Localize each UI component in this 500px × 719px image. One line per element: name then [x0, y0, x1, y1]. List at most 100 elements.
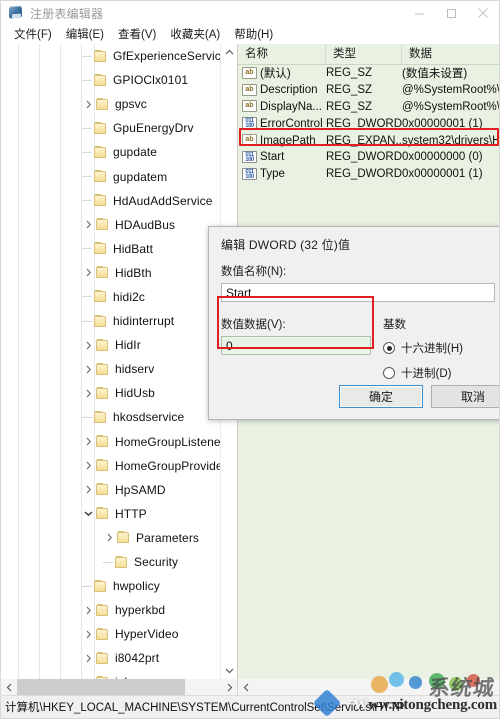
folder-icon: [95, 603, 110, 617]
table-row[interactable]: ab ImagePath REG_EXPAN... system32\drivers\…: [238, 132, 499, 149]
scroll-right-icon[interactable]: [221, 679, 237, 695]
tree-item-security[interactable]: — Security: [1, 550, 221, 574]
chevron-right-icon[interactable]: [81, 606, 95, 615]
chevron-right-icon[interactable]: [102, 533, 116, 542]
table-row[interactable]: ab Description REG_SZ @%SystemRoot%\s: [238, 82, 499, 99]
chevron-right-icon[interactable]: [81, 220, 95, 229]
chevron-right-icon[interactable]: [81, 485, 95, 494]
chevron-right-icon[interactable]: [81, 437, 95, 446]
scroll-left-icon[interactable]: [1, 679, 17, 695]
table-row[interactable]: 011 100 Start REG_DWORD 0x00000000 (0): [238, 149, 499, 166]
tree-item-parameters[interactable]: Parameters: [1, 526, 221, 550]
folder-icon: [93, 194, 108, 207]
table-row[interactable]: 011 100 Type REG_DWORD 0x00000001 (1): [238, 166, 499, 183]
registry-path: 计算机\HKEY_LOCAL_MACHINE\SYSTEM\CurrentCon…: [5, 702, 405, 714]
tree-item-http[interactable]: HTTP: [1, 502, 221, 526]
chevron-right-icon[interactable]: [81, 630, 95, 639]
tree-item-label: HDAudBus: [115, 217, 176, 232]
tree-branch-line: —: [82, 195, 92, 207]
tree-item-hidi2c[interactable]: — hidi2c: [1, 285, 221, 309]
values-horizontal-scrollbar[interactable]: [238, 679, 499, 695]
tree-item-ialm[interactable]: ialm: [1, 670, 221, 679]
menu-favorites[interactable]: 收藏夹(A): [163, 25, 227, 44]
folder-icon: [93, 145, 108, 159]
value-type: REG_DWORD: [326, 168, 402, 181]
folder-icon: [95, 266, 110, 279]
chevron-right-icon[interactable]: [81, 100, 95, 109]
tree-item-label: hyperkbd: [115, 603, 166, 618]
folder-icon: [95, 507, 110, 520]
table-row[interactable]: 011 100 ErrorControl REG_DWORD 0x00000001 (1…: [238, 115, 499, 132]
tree-horizontal-scrollbar[interactable]: [1, 679, 237, 695]
tree-item-hyperkbd[interactable]: hyperkbd: [1, 598, 221, 622]
tree-item-hidusb[interactable]: HidUsb: [1, 381, 221, 405]
window-title: 注册表编辑器: [30, 6, 104, 21]
tree-item-hdaudbus[interactable]: HDAudBus: [1, 213, 221, 237]
chevron-right-icon[interactable]: [81, 268, 95, 277]
values-list[interactable]: ab (默认) REG_SZ (数值未设置) ab Description REG_SZ @%…: [238, 65, 499, 183]
tree-item-gupdatem[interactable]: — gupdatem: [1, 164, 221, 188]
tree-item-hdaudaddservice[interactable]: — HdAudAddService: [1, 189, 221, 213]
tree-item-label: HpSAMD: [115, 482, 166, 497]
column-header-type[interactable]: 类型: [326, 44, 402, 64]
tree-hscroll-thumb[interactable]: [17, 679, 185, 695]
tree-item-hypervideo[interactable]: HyperVideo: [1, 622, 221, 646]
minimize-icon[interactable]: [403, 1, 435, 25]
tree-item-gupdate[interactable]: — gupdate: [1, 140, 221, 164]
values-scroll-left-icon[interactable]: [238, 679, 254, 695]
menu-bar: 文件(F) 编辑(E) 查看(V) 收藏夹(A) 帮助(H): [1, 25, 499, 44]
chevron-right-icon[interactable]: [81, 389, 95, 398]
chevron-right-icon[interactable]: [81, 654, 95, 663]
tree-item-hkosdservice[interactable]: — hkosdservice: [1, 405, 221, 429]
menu-file[interactable]: 文件(F): [7, 25, 59, 44]
value-data-input[interactable]: 0: [221, 336, 371, 355]
registry-tree-list[interactable]: — GfExperienceService — GPIOClx0101 gpsvc — Gp…: [1, 44, 221, 679]
tree-item-hidir[interactable]: HidIr: [1, 333, 221, 357]
registry-tree-pane[interactable]: — GfExperienceService — GPIOClx0101 gpsvc — Gp…: [1, 44, 238, 695]
tree-hscroll-track[interactable]: [185, 679, 221, 695]
scroll-down-icon[interactable]: [221, 662, 237, 679]
folder-icon: [93, 579, 108, 593]
tree-item-gpuenergydrv[interactable]: — GpuEnergyDrv: [1, 116, 221, 140]
tree-item-i8042prt[interactable]: i8042prt: [1, 646, 221, 670]
values-column-header: 名称 类型 数据: [238, 44, 499, 65]
tree-item-label: HidIr: [115, 338, 141, 353]
chevron-right-icon[interactable]: [81, 461, 95, 470]
cancel-button[interactable]: 取消: [431, 385, 499, 408]
value-name-input[interactable]: Start: [221, 283, 495, 302]
radio-decimal-indicator: [383, 367, 395, 379]
folder-icon: [95, 435, 110, 448]
menu-view[interactable]: 查看(V): [111, 25, 163, 44]
tree-item-hidserv[interactable]: hidserv: [1, 357, 221, 381]
chevron-right-icon[interactable]: [81, 341, 95, 350]
scroll-up-icon[interactable]: [221, 44, 237, 61]
tree-item-homegroupprovider[interactable]: HomeGroupProvider: [1, 454, 221, 478]
radio-hexadecimal[interactable]: 十六进制(H): [383, 340, 495, 356]
tree-item-gpioclx0101[interactable]: — GPIOClx0101: [1, 68, 221, 92]
radio-decimal[interactable]: 十进制(D): [383, 365, 495, 381]
tree-item-gpsvc[interactable]: gpsvc: [1, 92, 221, 116]
tree-item-label: HomeGroupListener: [115, 434, 221, 449]
folder-icon: [95, 362, 110, 376]
column-header-name[interactable]: 名称: [238, 44, 326, 64]
tree-item-hpsamd[interactable]: HpSAMD: [1, 478, 221, 502]
chevron-right-icon[interactable]: [81, 365, 95, 374]
table-row[interactable]: ab DisplayNa... REG_SZ @%SystemRoot%\s: [238, 99, 499, 116]
value-data-label: 数值数据(V):: [221, 319, 286, 331]
tree-item-hidbth[interactable]: HidBth: [1, 261, 221, 285]
ok-button[interactable]: 确定: [339, 385, 423, 408]
tree-item-gfexperienceservice[interactable]: — GfExperienceService: [1, 44, 221, 68]
table-row[interactable]: ab (默认) REG_SZ (数值未设置): [238, 65, 499, 82]
close-icon[interactable]: [467, 1, 499, 25]
folder-icon: [93, 314, 108, 328]
chevron-down-icon[interactable]: [81, 509, 95, 518]
tree-item-homegrouplistener[interactable]: HomeGroupListener: [1, 430, 221, 454]
tree-item-hidinterrupt[interactable]: — hidinterrupt: [1, 309, 221, 333]
tree-item-label: i8042prt: [115, 651, 160, 666]
column-header-data[interactable]: 数据: [402, 44, 499, 64]
maximize-icon[interactable]: [435, 1, 467, 25]
tree-item-hidbatt[interactable]: — HidBatt: [1, 237, 221, 261]
menu-help[interactable]: 帮助(H): [227, 25, 280, 44]
tree-item-hwpolicy[interactable]: — hwpolicy: [1, 574, 221, 598]
menu-edit[interactable]: 编辑(E): [59, 25, 111, 44]
